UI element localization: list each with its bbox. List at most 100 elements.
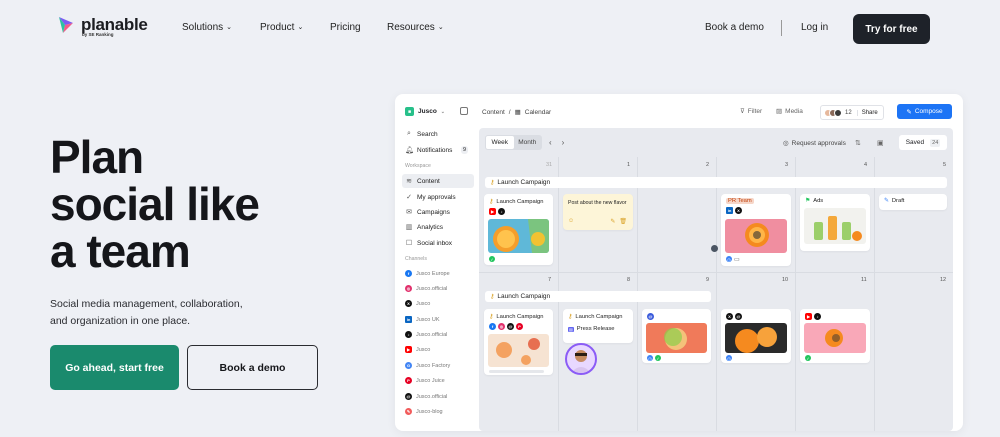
nav-pricing[interactable]: Pricing bbox=[330, 22, 361, 33]
post-card-title: ⚷ Launch Campaign bbox=[484, 309, 553, 321]
nav-book-demo[interactable]: Book a demo bbox=[705, 22, 764, 33]
post-card-status: ◷ ✓ bbox=[647, 355, 661, 361]
try-free-button[interactable]: Try for free bbox=[853, 14, 930, 44]
post-card[interactable]: ⚑ Ads bbox=[800, 194, 870, 251]
channel-item[interactable]: X Jusco bbox=[405, 300, 430, 307]
sidebar-item-campaigns[interactable]: ✉ Campaigns bbox=[402, 205, 474, 219]
nav-product[interactable]: Product ⌄ bbox=[260, 22, 303, 33]
view-week-tab[interactable]: Week bbox=[486, 136, 514, 149]
post-card[interactable]: ⚷ Launch Campaign ▶ ♪ ✓ bbox=[484, 194, 553, 265]
nav-login[interactable]: Log in bbox=[801, 22, 828, 33]
post-card-title: ⚷ Launch Campaign bbox=[484, 194, 553, 206]
key-icon: ⚷ bbox=[568, 314, 573, 320]
post-card[interactable]: ▶ ♪ ✓ bbox=[800, 309, 870, 363]
filter-label: Filter bbox=[747, 107, 763, 115]
channel-item[interactable]: in Jusco UK bbox=[405, 316, 440, 323]
book-demo-button[interactable]: Book a demo bbox=[187, 345, 318, 390]
flag-icon: ⚑ bbox=[805, 198, 811, 204]
sidebar-item-label: Search bbox=[417, 130, 438, 138]
nav-resources[interactable]: Resources ⌄ bbox=[387, 22, 444, 33]
view-switcher: Week Month bbox=[485, 135, 542, 150]
sort-icon[interactable]: ⇅ bbox=[855, 139, 861, 147]
post-card-label: Launch Campaign bbox=[575, 313, 623, 320]
linkedin-icon: in bbox=[405, 316, 412, 323]
hero-title-line: a team bbox=[50, 225, 191, 277]
media-button[interactable]: ▨ Media bbox=[776, 107, 803, 116]
post-card[interactable]: ✎ Draft bbox=[879, 194, 947, 210]
chevron-down-icon: ⌄ bbox=[440, 108, 445, 115]
instagram-icon: ◎ bbox=[405, 285, 412, 292]
avatar bbox=[711, 245, 718, 252]
channel-item[interactable]: ▶ Jusco bbox=[405, 346, 430, 353]
approved-icon: ✓ bbox=[489, 256, 495, 262]
channel-item[interactable]: ♪ Jusco.official bbox=[405, 331, 447, 338]
view-month-tab[interactable]: Month bbox=[514, 136, 542, 149]
trash-icon[interactable]: 🗑︎ bbox=[619, 218, 627, 225]
day-number: 8 bbox=[627, 277, 631, 283]
channel-label: Jusco Juice bbox=[416, 377, 445, 384]
edit-icon[interactable]: ✎ bbox=[610, 218, 615, 225]
key-icon: ⚷ bbox=[490, 294, 495, 300]
workspace-switcher[interactable]: ■ Jusco ⌄ bbox=[405, 107, 445, 116]
document-icon: ▤ bbox=[568, 326, 574, 332]
request-approvals-button[interactable]: ◎ Request approvals bbox=[783, 139, 846, 148]
filter-button[interactable]: ⊽ Filter bbox=[740, 107, 763, 116]
smile-icon[interactable]: ☺ bbox=[568, 218, 574, 224]
youtube-icon: ▶ bbox=[489, 208, 496, 215]
channel-item[interactable]: ✎ Jusco-blog bbox=[405, 408, 443, 415]
chevron-right-icon[interactable]: › bbox=[562, 138, 565, 147]
sidebar-item-notifications[interactable]: 🔔︎ Notifications 9 bbox=[402, 143, 474, 157]
channel-item[interactable]: @ Jusco.official bbox=[405, 393, 447, 400]
chevron-left-icon[interactable]: ‹ bbox=[549, 138, 552, 147]
juice-bottles-image bbox=[804, 208, 866, 244]
progress-bar bbox=[489, 370, 544, 373]
post-card-title: PR Team bbox=[721, 194, 791, 204]
sidebar-item-search[interactable]: ⌕ Search bbox=[402, 127, 474, 141]
day-number: 31 bbox=[546, 162, 553, 168]
day-number: 1 bbox=[627, 162, 631, 168]
channel-label: Jusco bbox=[416, 300, 431, 307]
post-card-channels: ▶ ♪ bbox=[800, 309, 870, 320]
channel-item[interactable]: ◎ Jusco.official bbox=[405, 285, 447, 292]
post-card[interactable]: ⚷ Launch Campaign f ◎ @ P bbox=[484, 309, 553, 375]
channel-item[interactable]: f Jusco Europe bbox=[405, 270, 450, 277]
nav-solutions[interactable]: Solutions ⌄ bbox=[182, 22, 232, 33]
calendar-settings-icon[interactable]: ▣ bbox=[877, 139, 884, 147]
sidebar-item-social-inbox[interactable]: ☐ Social inbox bbox=[402, 236, 474, 250]
channel-item[interactable]: G Jusco Factory bbox=[405, 362, 450, 369]
sidebar-item-analytics[interactable]: ▥ Analytics bbox=[402, 220, 474, 234]
campaign-span-bar[interactable]: ⚷ Launch Campaign bbox=[485, 291, 711, 302]
saved-button[interactable]: Saved 24 bbox=[899, 135, 947, 150]
threads-icon: @ bbox=[405, 393, 412, 400]
post-card[interactable]: PR Team in X ◷ ▭ bbox=[721, 194, 791, 266]
day-number: 7 bbox=[548, 277, 552, 283]
share-button[interactable]: Share bbox=[856, 109, 878, 116]
day-number: 5 bbox=[943, 162, 947, 168]
citrus-image bbox=[488, 334, 549, 367]
breadcrumb-root[interactable]: Content bbox=[482, 109, 505, 116]
compose-button[interactable]: ✎ Compose bbox=[897, 104, 952, 119]
post-card[interactable]: ⚷ Launch Campaign ▤ Press Release bbox=[563, 309, 633, 343]
post-card-subtitle: ▤ Press Release bbox=[563, 320, 633, 332]
start-free-button[interactable]: Go ahead, start free bbox=[50, 345, 179, 390]
scheduled-icon: ◷ bbox=[726, 256, 732, 262]
post-card[interactable]: X @ ◷ bbox=[721, 309, 791, 363]
sidebar-item-approvals[interactable]: ✓ My approvals bbox=[402, 190, 474, 204]
nav-pricing-label: Pricing bbox=[330, 22, 361, 33]
post-card[interactable]: Post about the new flavor ☺ ✎ 🗑︎ bbox=[563, 194, 633, 230]
saved-label: Saved bbox=[905, 139, 925, 146]
channel-item[interactable]: P Jusco Juice bbox=[405, 377, 445, 384]
sidebar-toggle-icon[interactable] bbox=[460, 107, 468, 115]
sidebar-item-content[interactable]: ≋ Content bbox=[402, 174, 474, 188]
campaign-label: Launch Campaign bbox=[497, 179, 551, 186]
hero-subtitle-line: Social media management, collaboration, bbox=[50, 298, 243, 310]
campaign-span-bar[interactable]: ⚷ Launch Campaign bbox=[485, 177, 947, 188]
channel-label: Jusco.official bbox=[416, 331, 448, 338]
saved-count: 24 bbox=[930, 138, 941, 147]
post-card[interactable]: @ ◷ ✓ bbox=[642, 309, 711, 363]
calendar-grid: 31 1 2 3 4 5 7 8 9 10 11 12 ⚷ Launch Cam… bbox=[479, 157, 953, 431]
post-card-label: Launch Campaign bbox=[496, 198, 544, 205]
collaborators[interactable]: 12 Share bbox=[820, 105, 884, 120]
thumbs-up-icon: ✓ bbox=[406, 194, 412, 201]
day-number: 9 bbox=[706, 277, 710, 283]
